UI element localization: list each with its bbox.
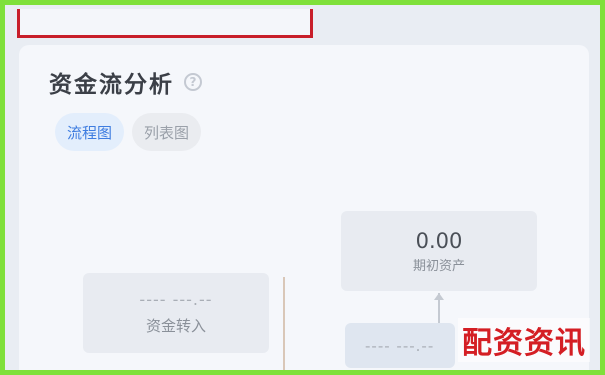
flow-node-opening-assets[interactable]: 0.00 期初资产 [341,211,537,291]
view-tabs: 流程图 列表图 [55,113,202,151]
page-title: 资金流分析 [49,72,174,98]
node-amount: ---- ---.-- [139,290,213,309]
title-row: 资金流分析 ? [49,65,202,99]
flow-divider [283,277,285,370]
tab-flowchart[interactable]: 流程图 [55,113,125,151]
node-amount: ---- ---.-- [365,336,435,355]
flow-connector [438,293,440,323]
watermark: 配资资讯 [458,318,590,362]
flow-node-funds-in[interactable]: ---- ---.-- 资金转入 [83,273,269,353]
node-amount: 0.00 [415,228,463,253]
node-label: 资金转入 [145,317,206,335]
tab-list[interactable]: 列表图 [132,113,202,151]
screenshot-frame: 资金流分析 ? 流程图 列表图 0.00 期初资产 ---- ---.-- 资金… [0,0,605,375]
flow-node-bottom[interactable]: ---- ---.-- [345,323,455,368]
node-label: 期初资产 [412,258,465,274]
info-icon[interactable]: ? [184,73,202,91]
highlighted-panel [17,9,313,38]
